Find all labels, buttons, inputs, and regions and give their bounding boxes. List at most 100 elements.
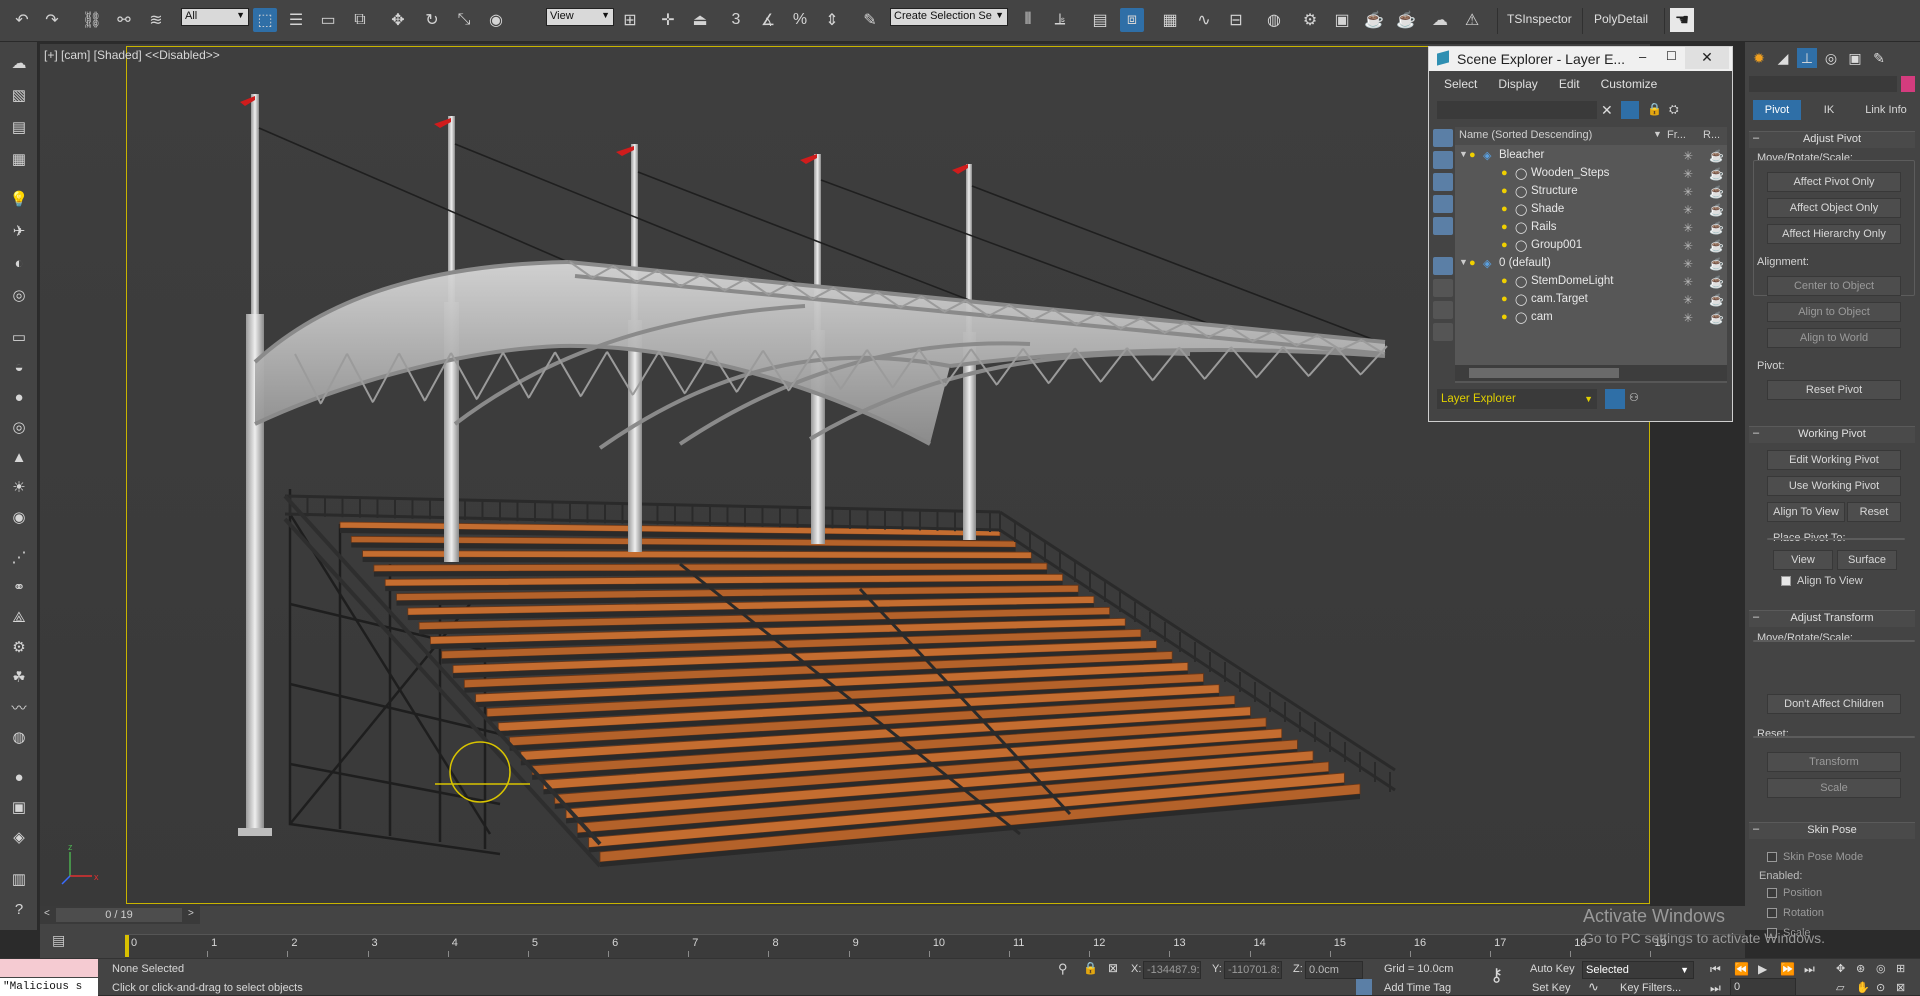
place-surface-button[interactable]: Surface (1837, 550, 1897, 570)
expand-chevron-down-icon[interactable]: ▼ (1459, 149, 1468, 159)
object-name-field[interactable] (1749, 76, 1897, 92)
explorer-type-dropdown[interactable]: Layer Explorer ▼ (1437, 389, 1597, 409)
select-by-name-icon[interactable]: ☰ (284, 8, 308, 32)
lock-icon[interactable]: 🔒 (1647, 102, 1662, 116)
time-slider[interactable]: < 0 / 19 > (40, 906, 200, 924)
layout-icon[interactable]: ▥ (8, 868, 30, 890)
sync-selection-icon[interactable]: ⛭ (1669, 102, 1679, 117)
visibility-bulb-icon[interactable]: ● (1501, 167, 1508, 179)
tab-link-info[interactable]: Link Info (1857, 100, 1915, 120)
curve-icon[interactable]: ∿ (1588, 979, 1599, 995)
spacewarp-icon[interactable]: ◐ (8, 252, 30, 274)
freeze-toggle-icon[interactable]: ✳ (1683, 203, 1693, 217)
freeze-toggle-icon[interactable]: ✳ (1683, 167, 1693, 181)
edit-named-selection-icon[interactable]: ✎ (858, 8, 882, 32)
affect-pivot-only-button[interactable]: Affect Pivot Only (1767, 172, 1901, 192)
render-setup-icon[interactable]: ⚙ (1298, 8, 1322, 32)
freeze-toggle-icon[interactable]: ✳ (1683, 239, 1693, 253)
keyboard-shortcut-override-icon[interactable]: ⏏ (688, 8, 712, 32)
freeze-toggle-icon[interactable]: ✳ (1683, 185, 1693, 199)
utilities-tab-icon[interactable]: ✎ (1869, 48, 1889, 68)
warning-icon[interactable]: ⚠ (1460, 8, 1484, 32)
freeze-toggle-icon[interactable]: ✳ (1683, 275, 1693, 289)
tree-row[interactable]: ● ◯ StemDomeLight ✳ ☕ (1455, 273, 1727, 291)
horizontal-scrollbar[interactable] (1455, 365, 1727, 381)
display-none-icon[interactable] (1433, 129, 1453, 147)
dome-icon[interactable]: ◒ (8, 356, 30, 378)
sphere-icon[interactable]: ● (8, 386, 30, 408)
transform-mode-icon[interactable]: ⊠ (1108, 961, 1118, 975)
zoom-icon[interactable]: ✥ (1836, 962, 1845, 975)
percent-snap-icon[interactable]: % (788, 8, 812, 32)
tsinspector-button[interactable]: TSInspector (1507, 12, 1572, 26)
auto-key-button[interactable]: Auto Key (1530, 963, 1575, 975)
display-xrefs-icon[interactable] (1433, 323, 1453, 341)
reset-working-pivot-button[interactable]: Reset (1847, 502, 1901, 522)
menu-select[interactable]: Select (1444, 77, 1477, 91)
tree-row[interactable]: ● ◯ Structure ✳ ☕ (1455, 183, 1727, 201)
tab-ik[interactable]: IK (1805, 100, 1853, 120)
material-editor-icon[interactable]: ◍ (1262, 8, 1286, 32)
render-in-cloud-icon[interactable]: ☁ (1428, 8, 1452, 32)
scene-explorer-window[interactable]: Scene Explorer - Layer E... – ☐ ✕ Select… (1428, 46, 1733, 422)
modify-tab-icon[interactable]: ◢ (1773, 48, 1793, 68)
key-icon[interactable]: ⚷ (1490, 965, 1503, 986)
prev-frame-icon[interactable]: < (44, 908, 50, 919)
orbit-icon[interactable]: ◎ (1876, 962, 1886, 975)
working-pivot-rollout[interactable]: – Working Pivot (1749, 426, 1915, 443)
isolate-icon[interactable]: ⚲ (1058, 961, 1068, 977)
display-helpers-icon[interactable] (1433, 257, 1453, 275)
align-to-object-button[interactable]: Align to Object (1767, 302, 1901, 322)
tree-row[interactable]: ▼ ● ◈ 0 (default) ✳ ☕ (1455, 255, 1727, 273)
reference-coordinate-dropdown[interactable]: View ▼ (546, 8, 614, 26)
tree-row[interactable]: ● ◯ Rails ✳ ☕ (1455, 219, 1727, 237)
set-key-button[interactable]: Set Key (1532, 982, 1571, 994)
display-geometry-icon[interactable] (1433, 151, 1453, 169)
visibility-bulb-icon[interactable]: ● (1501, 275, 1508, 287)
render-map-icon[interactable]: ▣ (8, 796, 30, 818)
create-icon[interactable]: ☁ (8, 52, 30, 74)
menu-display[interactable]: Display (1498, 77, 1537, 91)
tree-row[interactable]: ● ◯ Shade ✳ ☕ (1455, 201, 1727, 219)
named-selection-set-dropdown[interactable]: Create Selection Se ▼ (890, 8, 1008, 26)
menu-edit[interactable]: Edit (1559, 77, 1580, 91)
maxscript-listener-input[interactable]: "Malicious s (0, 978, 98, 996)
renderable-teapot-icon[interactable]: ☕ (1709, 203, 1724, 217)
filter-icon[interactable] (1621, 101, 1639, 119)
visibility-bulb-icon[interactable]: ● (1501, 221, 1508, 233)
reset-pivot-button[interactable]: Reset Pivot (1767, 380, 1901, 400)
current-frame-field[interactable]: 0 (1730, 978, 1796, 996)
hierarchy-tab-icon[interactable]: ⊥ (1797, 48, 1817, 68)
renderable-teapot-icon[interactable]: ☕ (1709, 239, 1724, 253)
polydetail-button[interactable]: PolyDetail (1594, 12, 1648, 26)
center-to-object-button[interactable]: Center to Object (1767, 276, 1901, 296)
object-color-swatch[interactable] (1901, 76, 1915, 92)
schematic-view-icon[interactable]: ⊟ (1224, 8, 1248, 32)
goto-end-icon[interactable]: ⏭ (1804, 962, 1815, 977)
create-tab-icon[interactable]: ✹ (1749, 48, 1769, 68)
perspective-viewport[interactable]: z x [+] [cam] [Shaded] <<Disabled>> (40, 44, 1650, 906)
current-frame-marker[interactable] (125, 935, 129, 957)
display-tab-icon[interactable]: ▣ (1845, 48, 1865, 68)
tree-row[interactable]: ▼ ● ◈ Bleacher ✳ ☕ (1455, 147, 1727, 165)
freeze-toggle-icon[interactable]: ✳ (1683, 149, 1693, 163)
select-object-icon[interactable]: ⬚ (253, 8, 277, 32)
cone-icon[interactable]: ▲ (8, 446, 30, 468)
field-of-view-icon[interactable]: ▱ (1836, 981, 1844, 994)
display-groups-icon[interactable] (1433, 301, 1453, 319)
search-input[interactable] (1437, 101, 1597, 119)
renderable-teapot-icon[interactable]: ☕ (1709, 257, 1724, 271)
rotation-checkbox[interactable] (1767, 908, 1777, 918)
next-key-icon[interactable]: ⏩ (1780, 962, 1795, 976)
visibility-bulb-icon[interactable]: ● (1501, 239, 1508, 251)
adjust-transform-rollout[interactable]: – Adjust Transform (1749, 610, 1915, 627)
torus-icon[interactable]: ◎ (8, 416, 30, 438)
viewport-label[interactable]: [+] [cam] [Shaded] <<Disabled>> (44, 48, 220, 62)
minimize-icon[interactable]: – (1639, 49, 1646, 64)
renderable-teapot-icon[interactable]: ☕ (1709, 275, 1724, 289)
visibility-bulb-icon[interactable]: ● (1501, 293, 1508, 305)
adjust-pivot-rollout[interactable]: – Adjust Pivot (1749, 131, 1915, 148)
x-coordinate-field[interactable]: -134487.9: (1143, 961, 1201, 979)
place-view-button[interactable]: View (1773, 550, 1833, 570)
gear-icon[interactable]: ⚙ (8, 636, 30, 658)
